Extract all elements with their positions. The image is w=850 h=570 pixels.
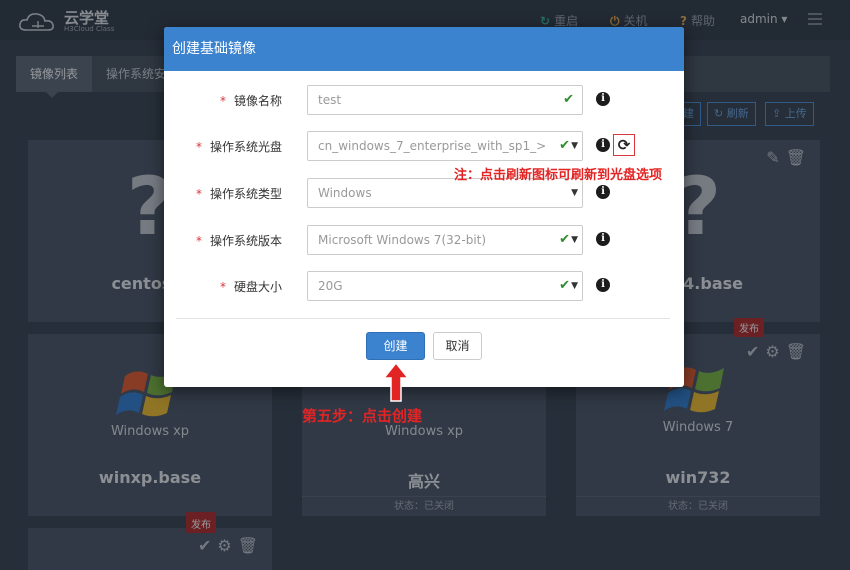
required-marker: * <box>195 234 202 248</box>
os-version-value: Microsoft Windows 7(32-bit) <box>318 233 487 247</box>
info-icon[interactable]: i <box>596 92 610 106</box>
dialog-title: 创建基础镜像 <box>164 27 684 71</box>
required-marker: * <box>219 94 226 108</box>
valid-check-icon: ✔ <box>559 138 570 153</box>
form-row-image-name: * 镜像名称 test ✔ i <box>164 85 684 115</box>
os-type-value: Windows <box>318 186 372 200</box>
os-iso-select[interactable]: cn_windows_7_enterprise_with_sp1_> ✔ ▼ <box>307 131 583 161</box>
required-marker: * <box>195 140 202 154</box>
required-marker: * <box>219 280 226 294</box>
os-iso-value: cn_windows_7_enterprise_with_sp1_> <box>318 139 547 153</box>
valid-check-icon: ✔ <box>563 92 574 107</box>
step5-annotation: 第五步：点击创建 <box>302 407 423 425</box>
image-name-input[interactable]: test ✔ <box>307 85 583 115</box>
valid-check-icon: ✔ <box>559 278 570 293</box>
create-image-dialog: 创建基础镜像 * 镜像名称 test ✔ i * 操作系统光盘 cn_windows_… <box>164 27 684 387</box>
field-label: * 操作系统光盘 <box>196 138 282 155</box>
disk-size-select[interactable]: 20G ✔ ▼ <box>307 271 583 301</box>
form-row-os-version: * 操作系统版本 Microsoft Windows 7(32-bit) ✔ ▼ i <box>164 225 684 255</box>
cancel-button[interactable]: 取消 <box>433 332 482 360</box>
chevron-down-icon: ▼ <box>571 188 578 198</box>
info-icon[interactable]: i <box>596 138 610 152</box>
chevron-down-icon: ▼ <box>571 281 578 291</box>
refresh-annotation: 注：点击刷新图标可刷新到光盘选项 <box>454 168 663 183</box>
field-label: * 操作系统版本 <box>196 232 282 249</box>
valid-check-icon: ✔ <box>559 232 570 247</box>
image-name-label: 镜像名称 <box>233 94 282 108</box>
form-row-disk-size: * 硬盘大小 20G ✔ ▼ i <box>164 271 684 301</box>
os-version-select[interactable]: Microsoft Windows 7(32-bit) ✔ ▼ <box>307 225 583 255</box>
required-marker: * <box>195 187 202 201</box>
info-icon[interactable]: i <box>596 232 610 246</box>
field-label: * 硬盘大小 <box>220 278 282 295</box>
arrow-up-icon <box>383 362 409 402</box>
image-name-value: test <box>318 93 342 107</box>
field-label: * 操作系统类型 <box>196 185 282 202</box>
os-version-label: 操作系统版本 <box>209 234 282 248</box>
dialog-divider <box>176 318 670 319</box>
field-label: * 镜像名称 <box>220 92 282 109</box>
info-icon[interactable]: i <box>596 278 610 292</box>
os-iso-label: 操作系统光盘 <box>209 140 282 154</box>
refresh-iso-icon[interactable]: ⟳ <box>613 134 635 156</box>
chevron-down-icon: ▼ <box>571 141 578 151</box>
disk-size-label: 硬盘大小 <box>233 280 282 294</box>
form-row-os-iso: * 操作系统光盘 cn_windows_7_enterprise_with_sp1… <box>164 131 684 161</box>
os-type-label: 操作系统类型 <box>209 187 282 201</box>
chevron-down-icon: ▼ <box>571 235 578 245</box>
create-button[interactable]: 创建 <box>366 332 425 360</box>
info-icon[interactable]: i <box>596 185 610 199</box>
disk-size-value: 20G <box>318 279 343 293</box>
